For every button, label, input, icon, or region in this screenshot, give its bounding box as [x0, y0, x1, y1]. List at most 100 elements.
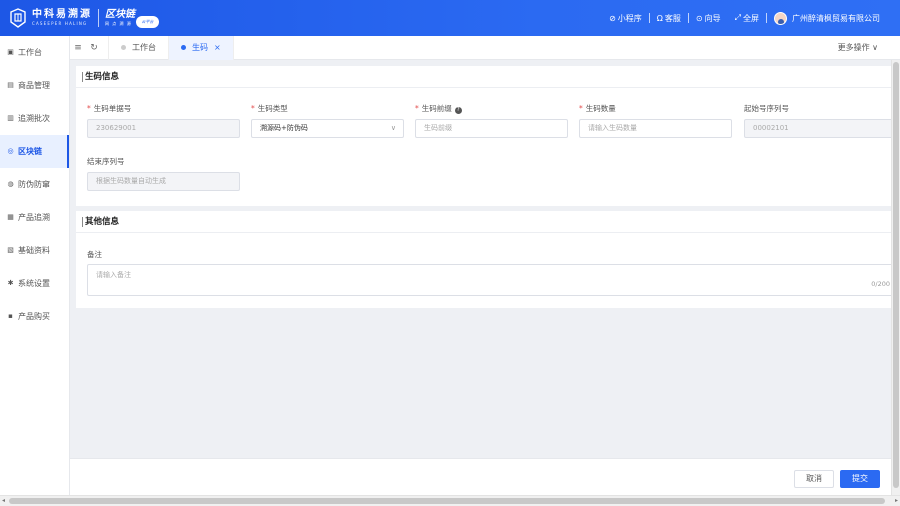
sidebar-item-label: 产品购买: [18, 312, 50, 321]
section-title: 其他信息: [76, 211, 891, 233]
guide-button[interactable]: ⊙ 向导: [696, 13, 721, 24]
sidebar-item-settings[interactable]: ✱ 系统设置: [0, 267, 69, 300]
basic-data-icon: ▧: [7, 246, 14, 254]
tab-generate-code[interactable]: 生码 ×: [169, 35, 234, 60]
submit-button[interactable]: 提交: [840, 470, 880, 488]
field-label: * 生码单据号: [87, 104, 240, 114]
refresh-icon[interactable]: ↻: [86, 43, 102, 53]
scroll-right-icon[interactable]: ▸: [895, 497, 898, 504]
purchase-icon: ▪: [8, 312, 13, 320]
field-label: * 生码数量: [579, 104, 732, 114]
tab-label: 工作台: [132, 43, 156, 52]
field-label: 结束序列号: [87, 157, 240, 167]
mini-program-icon: ⊘: [609, 13, 616, 23]
code-count-input[interactable]: 请输入生码数量: [579, 119, 732, 138]
fullscreen-icon: ⤢: [734, 13, 741, 22]
horizontal-scrollbar[interactable]: ◂ ▸: [0, 495, 900, 506]
start-serial-field: 起始号序列号 00002101: [744, 104, 894, 138]
dashboard-icon: ▣: [7, 48, 14, 56]
required-mark: *: [251, 104, 255, 113]
code-info-section: 生码信息 * 生码单据号 230629001 * 生码类型 溯源码+防伪码 ∨ * 生…: [76, 66, 894, 206]
account-menu[interactable]: 广州醉清枫贸易有限公司: [774, 11, 880, 25]
code-prefix-input[interactable]: 生码前缀: [415, 119, 568, 138]
more-operations-button[interactable]: 更多操作 ∨: [838, 36, 878, 60]
field-label: * 生码前缀?: [415, 104, 568, 114]
headset-icon: Ω: [656, 13, 663, 23]
brand-name-cn: 中科易溯源: [32, 9, 92, 20]
code-type-value: 溯源码+防伪码: [260, 124, 308, 132]
scroll-left-icon[interactable]: ◂: [2, 497, 5, 504]
order-no-input: 230629001: [87, 119, 240, 138]
tabs-bar: ≡ ↻ 工作台 生码 × 更多操作 ∨: [70, 35, 900, 60]
brand-logo[interactable]: 中科易溯源 CASEEPER HALING 区块链 网 点 溯 源 云平台: [8, 7, 159, 29]
mini-program-button[interactable]: ⊘ 小程序: [609, 13, 642, 24]
remark-placeholder: 请输入备注: [96, 271, 131, 279]
mini-program-label: 小程序: [617, 13, 642, 23]
sidebar-item-label: 系统设置: [18, 279, 50, 288]
header-divider: [766, 13, 767, 23]
remark-label: 备注: [87, 250, 102, 259]
logo-divider: [98, 9, 99, 27]
sidebar: ▣ 工作台 ▤ 商品管理 ▥ 追溯批次 ◎ 区块链 ◍ 防伪防窜 ▦ 产品追溯 …: [0, 36, 70, 495]
brand-name-en: CASEEPER HALING: [32, 21, 88, 26]
required-mark: *: [415, 104, 419, 113]
code-type-select[interactable]: 溯源码+防伪码 ∨: [251, 119, 404, 138]
header-divider: [687, 13, 689, 23]
code-count-field: * 生码数量 请输入生码数量: [579, 104, 732, 138]
field-label: * 生码类型: [251, 104, 404, 114]
service-button[interactable]: Ω 客服: [657, 13, 681, 24]
fullscreen-button[interactable]: ⤢ 全屏: [735, 13, 759, 24]
brand-chain-sub: 网 点 溯 源: [105, 21, 132, 26]
horizontal-scroll-thumb[interactable]: [9, 498, 885, 504]
sidebar-item-purchase[interactable]: ▪ 产品购买: [0, 300, 69, 333]
sidebar-item-trace[interactable]: ▦ 产品追溯: [0, 201, 69, 234]
sidebar-item-label: 产品追溯: [18, 213, 50, 222]
start-serial-label: 起始号序列号: [744, 104, 789, 113]
chevron-down-icon: ∨: [390, 124, 396, 132]
brand-chain-cn: 区块链: [105, 9, 135, 20]
vertical-scrollbar[interactable]: [891, 60, 900, 495]
company-name: 广州醉清枫贸易有限公司: [792, 13, 880, 23]
code-type-field: * 生码类型 溯源码+防伪码 ∨: [251, 104, 404, 138]
service-label: 客服: [664, 13, 681, 23]
code-prefix-label: 生码前缀: [421, 104, 452, 113]
sidebar-item-label: 基础资料: [18, 246, 50, 255]
order-no-field: * 生码单据号 230629001: [87, 104, 240, 138]
field-label: 起始号序列号: [744, 104, 894, 114]
sidebar-item-label: 防伪防窜: [18, 180, 50, 189]
cloud-badge: 云平台: [136, 16, 159, 28]
sidebar-item-batch[interactable]: ▥ 追溯批次: [0, 102, 69, 135]
required-mark: *: [87, 104, 91, 113]
other-info-section: 其他信息 备注 请输入备注 0/200: [76, 211, 895, 308]
vertical-scroll-thumb[interactable]: [893, 62, 899, 488]
tab-dot: [121, 45, 126, 50]
end-serial-input: 根据生码数量自动生成: [87, 172, 240, 191]
logo-mark-icon: [10, 8, 26, 28]
menu-toggle-icon[interactable]: ≡: [70, 43, 86, 53]
brand-chain: 区块链 网 点 溯 源 云平台: [105, 9, 159, 28]
end-serial-field: 结束序列号 根据生码数量自动生成: [87, 157, 240, 191]
batch-icon: ▥: [7, 114, 14, 122]
header-actions: ⊘ 小程序 Ω 客服 ⊙ 向导 ⤢ 全屏 广州醉清枫贸易有限公司: [609, 0, 880, 36]
code-type-label: 生码类型: [257, 104, 288, 113]
required-mark: *: [579, 104, 583, 113]
tab-dot: [181, 45, 186, 50]
code-prefix-field: * 生码前缀? 生码前缀: [415, 104, 568, 138]
remark-counter: 0/200: [871, 280, 890, 288]
end-serial-label: 结束序列号: [87, 157, 125, 166]
goods-icon: ▤: [7, 81, 14, 89]
tab-workbench[interactable]: 工作台: [108, 35, 169, 60]
sidebar-item-anti-fake[interactable]: ◍ 防伪防窜: [0, 168, 69, 201]
sidebar-item-label: 工作台: [18, 48, 42, 57]
cancel-button[interactable]: 取消: [794, 470, 834, 488]
fullscreen-label: 全屏: [743, 13, 759, 23]
avatar: [774, 11, 787, 25]
sidebar-item-basic-data[interactable]: ▧ 基础资料: [0, 234, 69, 267]
brand-name: 中科易溯源 CASEEPER HALING: [32, 10, 92, 26]
remark-textarea[interactable]: 请输入备注 0/200: [87, 264, 895, 296]
sidebar-item-workbench[interactable]: ▣ 工作台: [0, 36, 69, 69]
sidebar-item-goods[interactable]: ▤ 商品管理: [0, 69, 69, 102]
close-icon[interactable]: ×: [214, 43, 221, 52]
sidebar-item-blockchain[interactable]: ◎ 区块链: [0, 135, 69, 168]
help-icon[interactable]: ?: [454, 107, 462, 114]
